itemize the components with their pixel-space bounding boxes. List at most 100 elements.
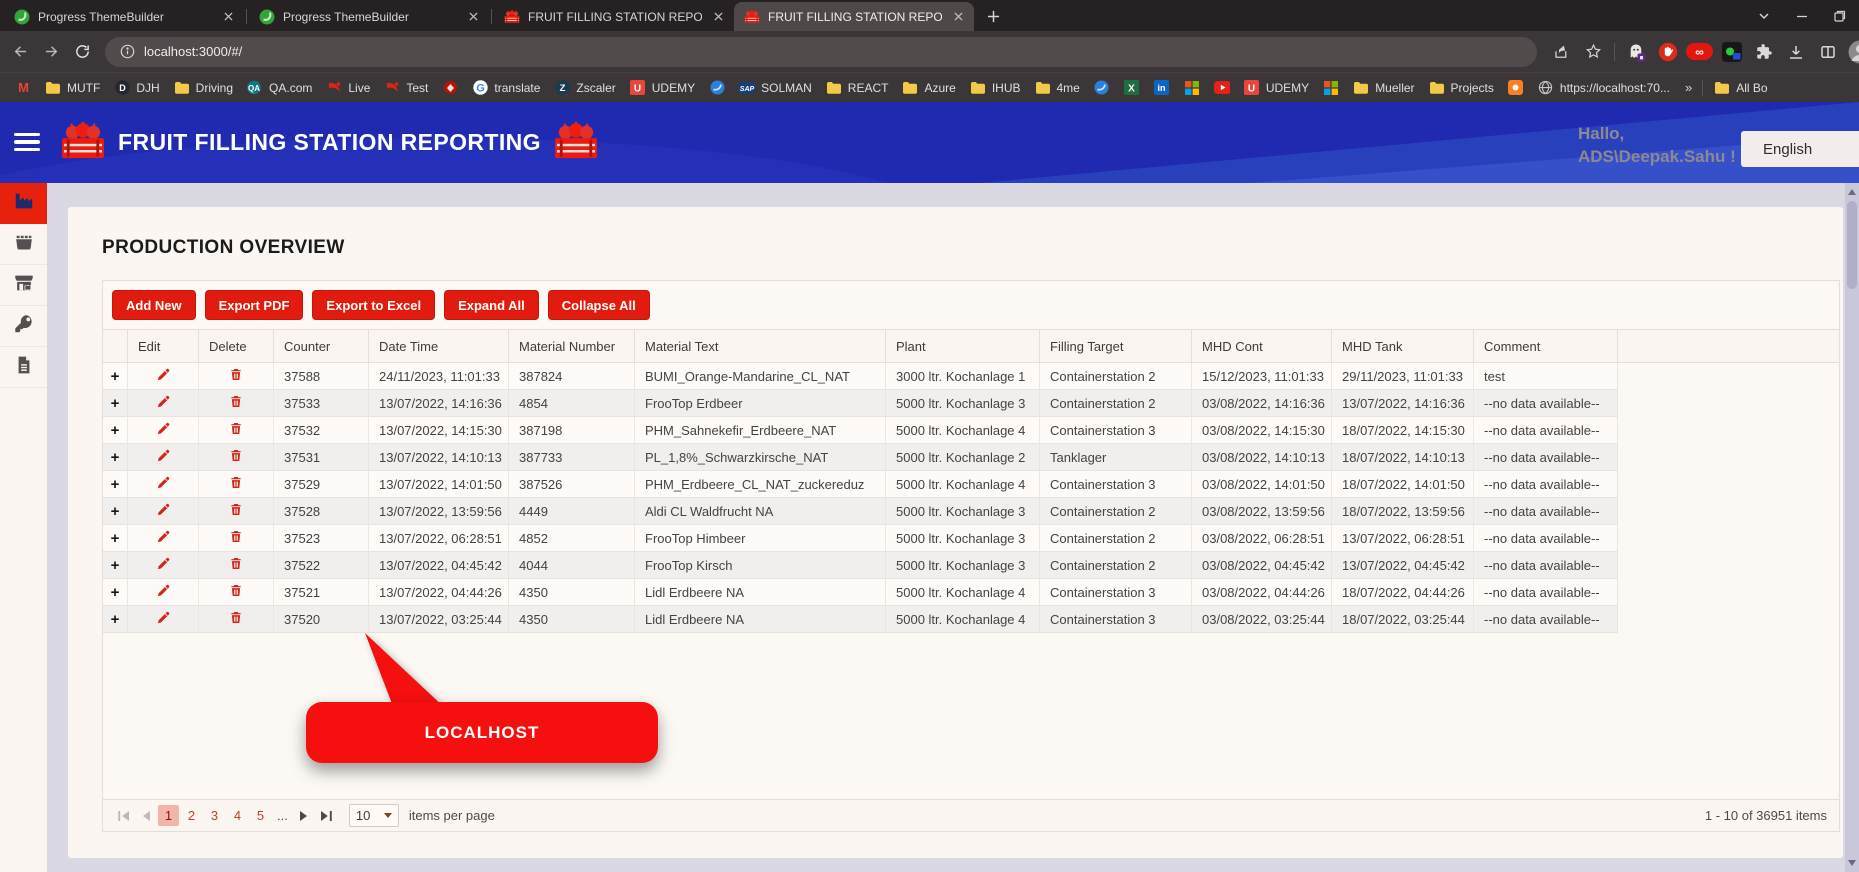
extension-ghost-icon[interactable] xyxy=(1621,37,1650,66)
refresh-button[interactable] xyxy=(68,37,97,66)
scroll-up-icon[interactable] xyxy=(1845,185,1859,199)
extensions-puzzle-icon[interactable] xyxy=(1749,37,1778,66)
column-header-comment[interactable]: Comment xyxy=(1474,330,1618,362)
page-number-5[interactable]: 5 xyxy=(250,805,271,826)
expand-row-button[interactable]: + xyxy=(111,611,120,628)
downloads-icon[interactable] xyxy=(1781,37,1810,66)
browser-tab[interactable]: FRUIT FILLING STATION REPORTING xyxy=(494,2,734,31)
delete-button[interactable] xyxy=(225,419,247,441)
bookmark-item-udemy[interactable]: U UDEMY xyxy=(623,77,702,99)
bookmark-item-udemy[interactable]: U UDEMY xyxy=(1237,77,1316,99)
delete-button[interactable] xyxy=(225,365,247,387)
extension-infinity-icon[interactable]: ∞ xyxy=(1685,37,1714,66)
bookmark-item-projects[interactable]: Projects xyxy=(1422,77,1501,99)
bookmark-item-driving[interactable]: Driving xyxy=(167,77,240,99)
bookmark-item[interactable] xyxy=(435,77,465,99)
export-to-excel-button[interactable]: Export to Excel xyxy=(312,290,436,320)
expand-row-button[interactable]: + xyxy=(111,503,120,520)
bookmark-item-https-localhost-70[interactable]: https://localhost:70... xyxy=(1531,77,1677,99)
app-scrollbar[interactable] xyxy=(1845,183,1859,872)
bookmark-item-mutf[interactable]: MUTF xyxy=(38,77,107,99)
edit-button[interactable] xyxy=(152,365,174,387)
first-page-button[interactable] xyxy=(113,805,135,827)
delete-button[interactable] xyxy=(225,581,247,603)
bookmark-item-all-bo[interactable]: All Bo xyxy=(1707,77,1774,99)
export-pdf-button[interactable]: Export PDF xyxy=(204,290,304,320)
browser-tab[interactable]: Progress ThemeBuilder xyxy=(4,2,244,31)
edit-button[interactable] xyxy=(152,419,174,441)
restore-button[interactable] xyxy=(1821,0,1859,31)
delete-button[interactable] xyxy=(225,527,247,549)
delete-button[interactable] xyxy=(225,446,247,468)
edit-button[interactable] xyxy=(152,473,174,495)
delete-button[interactable] xyxy=(225,392,247,414)
expand-row-button[interactable]: + xyxy=(111,557,120,574)
expand-row-button[interactable]: + xyxy=(111,422,120,439)
expand-row-button[interactable]: + xyxy=(111,368,120,385)
bookmark-item-4me[interactable]: 4me xyxy=(1028,77,1087,99)
delete-button[interactable] xyxy=(225,554,247,576)
expand-row-button[interactable]: + xyxy=(111,476,120,493)
tab-search-chevron-icon[interactable] xyxy=(1745,0,1783,31)
menu-hamburger-button[interactable] xyxy=(14,128,42,156)
extension-hand-blocker-icon[interactable] xyxy=(1653,37,1682,66)
column-header-counter[interactable]: Counter xyxy=(274,330,369,362)
edit-button[interactable] xyxy=(152,581,174,603)
sidebar-item-factory[interactable] xyxy=(0,183,47,224)
expand-row-button[interactable]: + xyxy=(111,395,120,412)
last-page-button[interactable] xyxy=(315,805,337,827)
bookmark-item[interactable]: X xyxy=(1117,77,1147,99)
page-ellipsis[interactable]: ... xyxy=(277,808,288,823)
sidebar-item-store-lock[interactable] xyxy=(0,265,47,306)
page-number-3[interactable]: 3 xyxy=(204,805,225,826)
column-header-expand[interactable] xyxy=(103,330,128,362)
page-size-select[interactable]: 10 xyxy=(348,804,399,827)
edit-button[interactable] xyxy=(152,392,174,414)
browser-tab[interactable]: Progress ThemeBuilder xyxy=(249,2,489,31)
split-screen-icon[interactable] xyxy=(1813,37,1842,66)
bookmark-item-djh[interactable]: D DJH xyxy=(107,77,166,99)
language-button[interactable]: English xyxy=(1741,131,1859,167)
page-number-4[interactable]: 4 xyxy=(227,805,248,826)
bookmark-item[interactable] xyxy=(702,77,732,99)
column-header-edit[interactable]: Edit xyxy=(128,330,199,362)
sidebar-item-document[interactable] xyxy=(0,347,47,388)
bookmark-item[interactable] xyxy=(1177,77,1207,99)
column-header-delete[interactable]: Delete xyxy=(199,330,274,362)
add-new-button[interactable]: Add New xyxy=(112,290,196,320)
expand-row-button[interactable]: + xyxy=(111,449,120,466)
back-button[interactable] xyxy=(6,37,35,66)
sidebar-item-bin[interactable] xyxy=(0,224,47,265)
collapse-all-button[interactable]: Collapse All xyxy=(547,290,650,320)
page-number-2[interactable]: 2 xyxy=(181,805,202,826)
bookmark-item[interactable]: M xyxy=(8,77,38,99)
edit-button[interactable] xyxy=(152,500,174,522)
bookmark-star-icon[interactable] xyxy=(1579,37,1608,66)
bookmark-item[interactable] xyxy=(1501,77,1531,99)
minimize-button[interactable] xyxy=(1783,0,1821,31)
page-number-1[interactable]: 1 xyxy=(158,805,179,826)
bookmark-item-translate[interactable]: Gtranslate xyxy=(465,77,547,99)
bookmark-item-test[interactable]: Test xyxy=(377,77,435,99)
bookmark-item[interactable] xyxy=(1316,77,1346,99)
url-text[interactable]: localhost:3000/#/ xyxy=(144,44,242,59)
tab-close-icon[interactable] xyxy=(465,9,481,25)
extension-app-icon[interactable] xyxy=(1717,37,1746,66)
new-tab-button[interactable] xyxy=(980,3,1006,29)
address-bar[interactable]: localhost:3000/#/ xyxy=(105,36,1537,67)
expand-all-button[interactable]: Expand All xyxy=(444,290,539,320)
column-header-material-number[interactable]: Material Number xyxy=(509,330,635,362)
edit-button[interactable] xyxy=(152,527,174,549)
bookmark-item-mueller[interactable]: Mueller xyxy=(1346,77,1421,99)
edit-button[interactable] xyxy=(152,608,174,630)
scrollbar-thumb[interactable] xyxy=(1847,201,1857,289)
column-header-plant[interactable]: Plant xyxy=(886,330,1040,362)
column-header-material-text[interactable]: Material Text xyxy=(635,330,886,362)
share-icon[interactable] xyxy=(1547,37,1576,66)
column-header-mhd-cont[interactable]: MHD Cont xyxy=(1192,330,1332,362)
edit-button[interactable] xyxy=(152,446,174,468)
delete-button[interactable] xyxy=(225,473,247,495)
bookmark-item[interactable]: in xyxy=(1147,77,1177,99)
bookmark-item-zscaler[interactable]: Z Zscaler xyxy=(547,77,622,99)
expand-row-button[interactable]: + xyxy=(111,530,120,547)
